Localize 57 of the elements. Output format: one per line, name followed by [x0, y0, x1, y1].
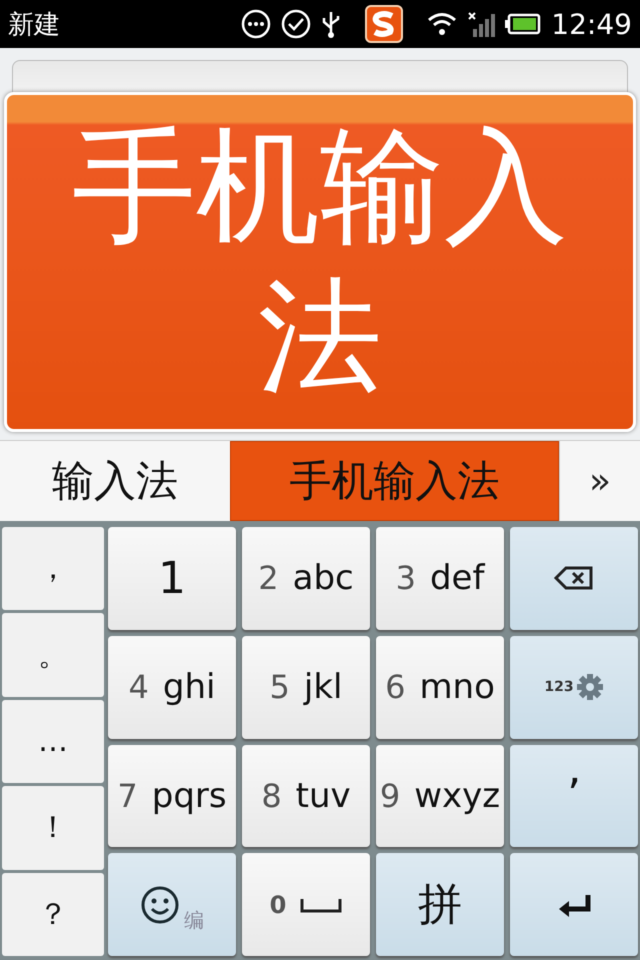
wifi-icon [427, 11, 458, 37]
keyboard-key[interactable]: 7 pqrs [108, 744, 236, 848]
key-digit: 8 [261, 776, 282, 815]
usb-icon [321, 10, 342, 38]
keyboard-key[interactable]: 9 wxyz [376, 744, 504, 848]
key-letters: jkl [304, 667, 342, 708]
key-digit: 0 [270, 890, 286, 919]
keyboard-key[interactable]: 8 tuv [242, 744, 370, 848]
keyboard-key[interactable]: 123 [510, 636, 638, 738]
keyboard-key[interactable] [510, 527, 638, 630]
status-title: 新建 [8, 8, 61, 42]
app-logo-icon [365, 5, 404, 43]
backspace-icon [554, 566, 594, 590]
punctuation-key[interactable]: … [2, 700, 104, 784]
key-letters: def [430, 558, 484, 598]
candidate-item[interactable]: 手机输入法 [230, 441, 560, 521]
key-label: 拼 [418, 878, 462, 932]
punctuation-key[interactable]: ！ [2, 786, 104, 870]
key-label: ’ [567, 770, 581, 822]
key-letters: wxyz [414, 776, 500, 816]
enter-icon [557, 892, 591, 917]
popup-text: 手机输入法 [71, 114, 569, 411]
smiley-icon [140, 884, 180, 925]
key-letters: pqrs [152, 776, 227, 816]
battery-icon [505, 13, 542, 35]
keyboard-key[interactable]: ’ [510, 744, 638, 848]
key-letters: abc [292, 558, 354, 598]
key-label: 编 [184, 907, 204, 934]
key-digit: 4 [128, 668, 149, 706]
keyboard-key[interactable]: 2 abc [242, 527, 370, 630]
punctuation-key[interactable]: ？ [2, 872, 104, 956]
key-label: 1 [158, 552, 186, 604]
keyboard-key[interactable]: 1 [108, 527, 236, 630]
punctuation-key[interactable]: ， [2, 527, 104, 610]
key-digit: 2 [258, 559, 279, 598]
check-icon [281, 9, 312, 39]
key-digit: 7 [117, 776, 138, 815]
keyboard-key[interactable]: 6 mno [376, 636, 504, 738]
keyboard-key[interactable]: 3 def [376, 527, 504, 630]
more-icon [241, 9, 272, 39]
space-icon [300, 896, 342, 913]
key-label: 123 [544, 679, 574, 696]
gear-icon [576, 673, 604, 702]
keyboard-key[interactable]: 5 jkl [242, 636, 370, 738]
keyboard-key[interactable]: 4 ghi [108, 636, 236, 738]
punctuation-key[interactable]: 。 [2, 613, 104, 697]
key-digit: 3 [396, 559, 416, 598]
key-letters: ghi [162, 667, 216, 708]
key-digit: 5 [270, 668, 290, 706]
key-digit: 6 [385, 668, 406, 706]
key-letters: tuv [296, 776, 351, 816]
keyboard-key[interactable]: 拼 [376, 853, 504, 956]
status-time: 12:49 [551, 8, 632, 40]
keyboard-key[interactable]: 0 [242, 853, 370, 956]
key-letters: mno [419, 667, 495, 708]
signal-icon [467, 11, 496, 37]
key-digit: 9 [380, 776, 400, 815]
